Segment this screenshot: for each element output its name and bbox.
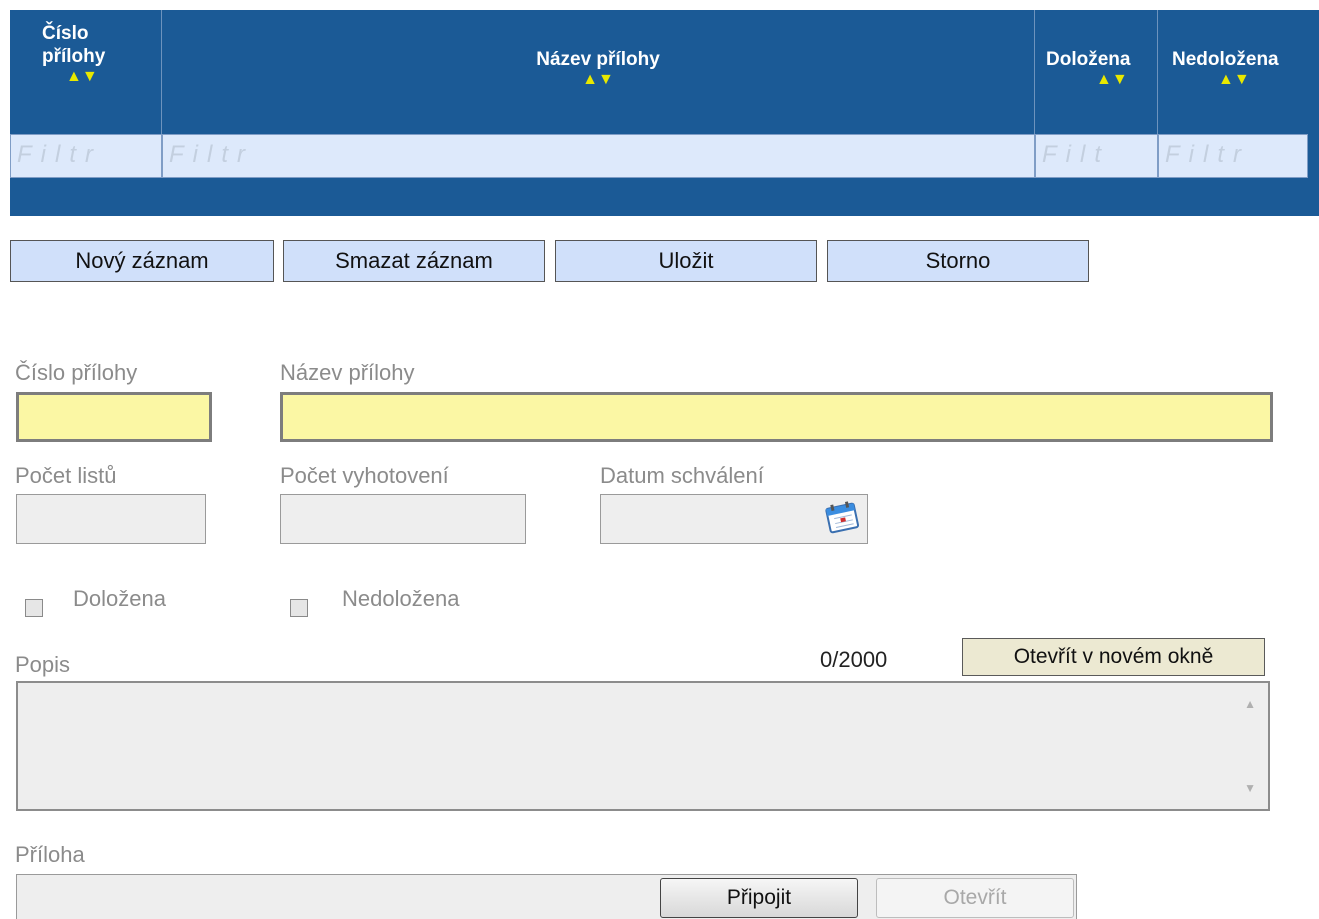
filter-input-dolozena[interactable]: Filt [1035, 134, 1158, 178]
column-header-label: Doložena [1046, 49, 1131, 70]
pocet-vyhotoveni-field[interactable] [280, 494, 526, 544]
nazev-prilohy-field[interactable] [280, 392, 1273, 442]
filter-input-nedolozena[interactable]: Filtr [1158, 134, 1308, 178]
sort-arrows-icon[interactable]: ▲▼ [162, 71, 1034, 89]
pocet-listu-label: Počet listů [15, 463, 117, 488]
priloha-label: Příloha [15, 842, 85, 867]
column-header-nedolozena[interactable]: Nedoložena ▲▼ [1158, 10, 1319, 134]
delete-record-button[interactable]: Smazat záznam [283, 240, 545, 282]
datum-schvaleni-label: Datum schválení [600, 463, 764, 488]
column-header-label: Nedoložena [1172, 49, 1279, 70]
calendar-icon[interactable] [822, 497, 862, 537]
sort-arrows-icon[interactable]: ▲▼ [1046, 71, 1157, 89]
popis-char-counter: 0/2000 [820, 647, 888, 672]
column-header-cislo-prilohy[interactable]: Číslo přílohy ▲▼ [10, 10, 162, 134]
pocet-listu-field[interactable] [16, 494, 206, 544]
save-button[interactable]: Uložit [555, 240, 817, 282]
filter-row: Filtr Filtr Filt Filtr [10, 134, 1319, 180]
column-header-dolozena[interactable]: Doložena ▲▼ [1035, 10, 1158, 134]
cislo-prilohy-field[interactable] [16, 392, 212, 442]
popis-textarea[interactable]: ▲ ▼ [16, 681, 1270, 811]
dolozena-checkbox[interactable] [25, 599, 43, 617]
popis-label: Popis [15, 652, 71, 677]
column-header-label: přílohy [42, 46, 106, 67]
column-header-nazev-prilohy[interactable]: Název přílohy ▲▼ [162, 10, 1035, 134]
cancel-button[interactable]: Storno [827, 240, 1089, 282]
nazev-prilohy-label: Název přílohy [280, 360, 415, 385]
scroll-down-icon[interactable]: ▼ [1244, 781, 1256, 795]
nedolozena-checkbox[interactable] [290, 599, 308, 617]
attachments-grid: Číslo přílohy ▲▼ Název přílohy ▲▼ Dolože… [10, 10, 1319, 216]
open-file-button[interactable]: Otevřít [876, 878, 1074, 918]
column-header-label: Číslo [42, 23, 89, 44]
pocet-vyhotoveni-label: Počet vyhotovení [280, 463, 449, 488]
filter-input-nazev[interactable]: Filtr [162, 134, 1035, 178]
new-record-button[interactable]: Nový záznam [10, 240, 274, 282]
column-header-label: Název přílohy [536, 49, 660, 70]
sort-arrows-icon[interactable]: ▲▼ [42, 68, 161, 86]
attach-button[interactable]: Připojit [660, 878, 858, 918]
open-in-new-window-button[interactable]: Otevřít v novém okně [962, 638, 1265, 676]
filter-input-cislo[interactable]: Filtr [10, 134, 162, 178]
nedolozena-label: Nedoložena [342, 586, 460, 611]
scroll-up-icon[interactable]: ▲ [1244, 697, 1256, 711]
sort-arrows-icon[interactable]: ▲▼ [1172, 71, 1319, 89]
cislo-prilohy-label: Číslo přílohy [15, 360, 138, 385]
dolozena-label: Doložena [73, 586, 166, 611]
